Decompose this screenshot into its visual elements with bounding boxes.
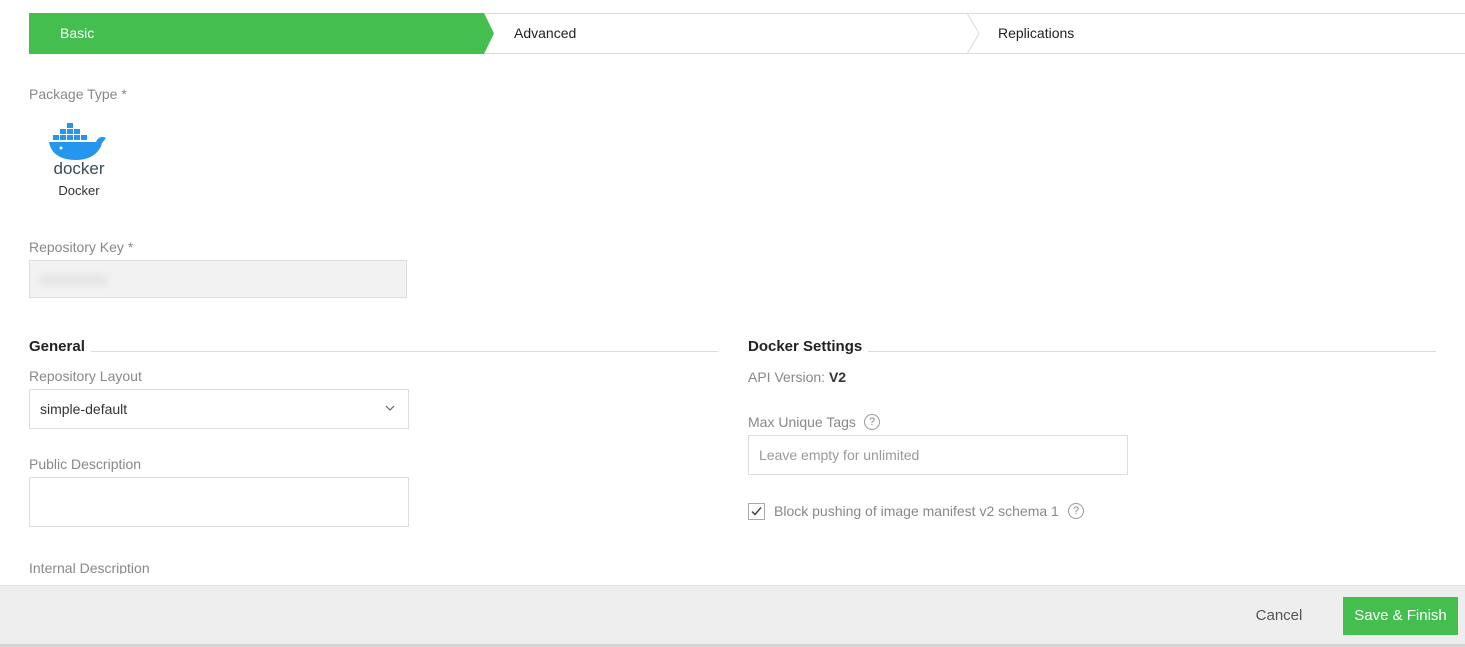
package-type-label: Package Type * (29, 86, 127, 102)
docker-settings-section-title: Docker Settings (748, 338, 869, 355)
internal-description-label: Internal Description (29, 560, 150, 574)
redacted-value (38, 274, 108, 286)
general-divider (29, 351, 718, 352)
help-icon[interactable]: ? (864, 414, 880, 430)
tab-replications[interactable]: Replications (998, 13, 1074, 54)
wizard-steps: Basic Advanced Replications (29, 13, 1465, 54)
max-unique-tags-input[interactable] (748, 435, 1128, 475)
public-description-label: Public Description (29, 456, 142, 472)
repository-key-label: Repository Key * (29, 239, 134, 255)
docker-logo-text: docker (53, 159, 104, 176)
block-pushing-label: Block pushing of image manifest v2 schem… (774, 503, 1059, 519)
repository-layout-label: Repository Layout (29, 368, 142, 384)
cancel-button[interactable]: Cancel (1238, 597, 1320, 635)
checkmark-icon (751, 507, 762, 516)
api-version-value: V2 (828, 369, 847, 385)
repository-layout-select[interactable]: simple-default (29, 389, 409, 429)
docker-logo-icon: docker (49, 123, 106, 178)
package-type-name: Docker (58, 183, 100, 198)
repository-layout-value: simple-default (40, 401, 128, 417)
tab-basic[interactable]: Basic (60, 13, 94, 54)
save-finish-button[interactable]: Save & Finish (1343, 597, 1458, 635)
api-version-label: API Version: (748, 369, 826, 385)
public-description-textarea[interactable] (29, 477, 409, 527)
help-icon[interactable]: ? (1068, 503, 1084, 519)
chevron-down-icon (385, 405, 395, 411)
max-unique-tags-label: Max Unique Tags (748, 414, 856, 430)
general-section-title: General (29, 338, 91, 355)
repository-key-input (29, 260, 407, 298)
tab-advanced[interactable]: Advanced (514, 13, 576, 54)
block-pushing-checkbox[interactable] (748, 503, 765, 520)
api-version: API Version: V2 (748, 369, 846, 385)
